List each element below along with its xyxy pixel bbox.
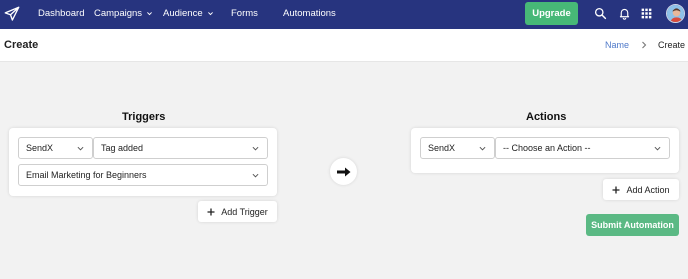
- avatar-image: [667, 5, 684, 22]
- arrow-right-icon: [336, 167, 350, 176]
- chevron-down-icon: [77, 146, 84, 151]
- plus-icon: [612, 186, 620, 193]
- breadcrumb-current: Create: [658, 40, 686, 50]
- paper-plane-icon[interactable]: [3, 5, 21, 23]
- chevron-down-icon: [252, 146, 259, 151]
- nav-campaigns-label: Campaigns: [94, 8, 143, 19]
- triggers-card: SendX Tag added Email Marketing for Begi…: [9, 128, 277, 196]
- trigger-source-value: SendX: [26, 143, 54, 153]
- nav-forms-label: Forms: [231, 8, 258, 19]
- triggers-title: Triggers: [122, 111, 166, 123]
- user-avatar[interactable]: [666, 4, 685, 23]
- actions-card: SendX -- Choose an Action --: [411, 128, 679, 173]
- actions-title: Actions: [526, 111, 567, 123]
- nav-automations-label: Automations: [283, 8, 336, 19]
- page-title: Create: [4, 39, 39, 51]
- nav-dashboard-label: Dashboard: [38, 8, 85, 19]
- plus-icon: [207, 208, 215, 215]
- chevron-right-icon: [642, 41, 647, 49]
- add-trigger-label: Add Trigger: [221, 206, 268, 217]
- grid-icon[interactable]: [640, 7, 653, 20]
- trigger-source-select[interactable]: SendX: [18, 137, 93, 159]
- search-icon[interactable]: [594, 7, 607, 20]
- action-choose-value: -- Choose an Action --: [503, 143, 591, 153]
- action-source-value: SendX: [428, 143, 456, 153]
- action-source-select[interactable]: SendX: [420, 137, 495, 159]
- add-action-button[interactable]: Add Action: [603, 179, 679, 200]
- nav-forms[interactable]: Forms: [231, 8, 258, 19]
- chevron-down-icon: [252, 173, 259, 178]
- trigger-tag-value: Email Marketing for Beginners: [26, 170, 147, 180]
- chevron-down-icon: [654, 146, 661, 151]
- nav-automations[interactable]: Automations: [283, 8, 336, 19]
- upgrade-button[interactable]: Upgrade: [525, 2, 578, 25]
- nav-dashboard[interactable]: Dashboard: [38, 8, 84, 19]
- trigger-tag-select[interactable]: Email Marketing for Beginners: [18, 164, 268, 186]
- action-choose-select[interactable]: -- Choose an Action --: [495, 137, 670, 159]
- submit-automation-button[interactable]: Submit Automation: [586, 214, 679, 236]
- top-navigation-bar: Dashboard Campaigns Audience Forms Autom…: [0, 0, 688, 29]
- add-action-label: Add Action: [626, 184, 670, 195]
- chevron-down-icon: [479, 146, 486, 151]
- page-header: Create Name Create: [0, 29, 688, 62]
- breadcrumb-name-link[interactable]: Name: [605, 40, 629, 50]
- chevron-down-icon: [207, 12, 213, 16]
- trigger-event-select[interactable]: Tag added: [93, 137, 268, 159]
- nav-audience-label: Audience: [163, 8, 203, 19]
- flow-arrow: [330, 158, 357, 185]
- add-trigger-button[interactable]: Add Trigger: [198, 201, 277, 222]
- bell-icon[interactable]: [618, 7, 631, 20]
- chevron-down-icon: [147, 12, 153, 16]
- nav-campaigns[interactable]: Campaigns: [94, 8, 153, 19]
- nav-audience[interactable]: Audience: [163, 8, 214, 19]
- trigger-event-value: Tag added: [101, 143, 144, 153]
